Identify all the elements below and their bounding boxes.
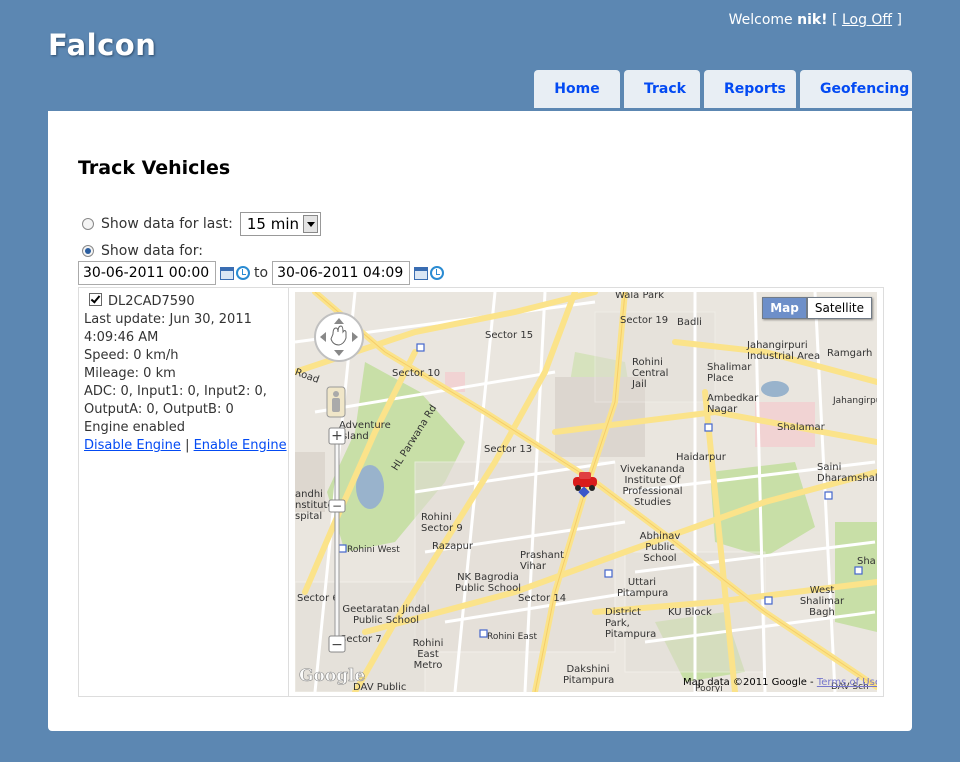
enable-engine-link[interactable]: Enable Engine	[194, 438, 287, 453]
vehicle-checkbox[interactable]	[89, 293, 102, 306]
show-last-radio[interactable]	[82, 218, 94, 230]
engine-status: Engine enabled	[84, 420, 186, 435]
disable-engine-link[interactable]: Disable Engine	[84, 438, 181, 453]
map-label: Sector 14	[518, 593, 567, 604]
show-for-label: Show data for:	[101, 243, 203, 259]
map-label: Wala Park	[615, 292, 665, 301]
tab-geofencing[interactable]: Geofencing	[800, 70, 912, 108]
map-label: Dakshini Pitampura	[563, 664, 615, 686]
map-label: Shalimar Place	[707, 362, 752, 384]
bracket-open: [	[832, 12, 838, 28]
calendar-icon[interactable]	[414, 266, 429, 280]
map-type-satellite-button[interactable]: Satellite	[806, 297, 872, 319]
map-label: Vivekananda Institute Of Professional St…	[620, 464, 685, 508]
map-label: NK Bagrodia Public School	[455, 572, 521, 594]
map-label: Razapur	[432, 541, 474, 552]
show-for-row: Show data for:	[82, 243, 203, 259]
map-label: Rohini Sector 9	[421, 512, 463, 534]
map-label: Abhinav Public School	[639, 531, 681, 564]
map-type-map-button[interactable]: Map	[762, 297, 807, 319]
map-label: Rohini Central Jail	[632, 357, 669, 390]
map-label: Prashant Vihar	[520, 550, 565, 572]
tab-reports[interactable]: Reports	[704, 70, 796, 108]
link-separator: |	[185, 438, 190, 453]
page-title: Track Vehicles	[78, 157, 231, 179]
map-label: Haidarpur	[676, 452, 726, 463]
vehicle-info: DL2CAD7590 Last update: Jun 30, 2011 4:0…	[79, 288, 289, 696]
map-label: Saini Dharamshala	[817, 462, 877, 484]
last-update-time: 4:09:46 AM	[84, 330, 159, 345]
map-label: Jahangirpuri Industrial Area	[747, 340, 821, 362]
login-display: Welcome nik! [ Log Off ]	[729, 12, 902, 28]
show-for-radio[interactable]	[82, 245, 94, 257]
show-last-row: Show data for last: 15 min	[82, 212, 322, 236]
from-date-input[interactable]	[78, 261, 216, 285]
map-label: Sector 19	[620, 315, 669, 326]
username: nik!	[797, 12, 828, 28]
zoom-slider-track	[334, 434, 340, 641]
show-last-label: Show data for last:	[101, 216, 233, 232]
map-label: Badli	[677, 317, 702, 328]
map-label: West Shalimar Bagh	[799, 585, 845, 618]
dropdown-arrow-icon[interactable]	[303, 215, 319, 233]
map-type-control: Map Satellite	[762, 297, 872, 319]
to-label: to	[254, 265, 269, 281]
map-label: Ambedkar Nagar	[707, 393, 759, 415]
mileage: Mileage: 0 km	[84, 366, 176, 381]
welcome-text: Welcome	[728, 12, 793, 28]
last-update: Last update: Jun 30, 2011	[84, 312, 252, 327]
svg-text:−: −	[331, 637, 343, 653]
bracket-close: ]	[896, 12, 902, 28]
svg-text:+: +	[331, 428, 343, 444]
map-label: District Park, Pitampura	[605, 607, 657, 640]
map-nav-control: + − −	[314, 312, 364, 653]
speed: Speed: 0 km/h	[84, 348, 179, 363]
main-content: Track Vehicles Show data for last: 15 mi…	[48, 111, 912, 731]
map-label: Shalamar	[777, 422, 825, 433]
vehicle-id: DL2CAD7590	[108, 294, 195, 309]
attribution-text: Map data ©2011 Google -	[683, 677, 814, 688]
clock-icon[interactable]	[430, 266, 445, 280]
duration-select[interactable]: 15 min	[239, 212, 322, 236]
google-logo: Google	[299, 666, 366, 687]
tracking-panel: DL2CAD7590 Last update: Jun 30, 2011 4:0…	[78, 287, 884, 697]
map-label: Rohini East Metro	[412, 638, 444, 671]
map-view[interactable]: Wala Park Sector 15 Sector 19 Badli Jaha…	[295, 292, 877, 692]
calendar-icon[interactable]	[220, 266, 234, 280]
app-logo: Falcon	[48, 28, 157, 62]
map-label: Sector 15	[485, 330, 534, 341]
tab-track[interactable]: Track	[624, 70, 700, 108]
duration-value: 15 min	[246, 215, 300, 233]
logoff-link[interactable]: Log Off	[842, 12, 892, 28]
map-label: KU Block	[668, 607, 712, 618]
map-label: Sha	[857, 556, 876, 567]
to-date-input[interactable]	[272, 261, 411, 285]
date-range: to	[78, 261, 445, 285]
outputs: OutputA: 0, OutputB: 0	[84, 402, 234, 417]
map-label: Sector 10	[392, 368, 441, 379]
map-label: Jahangirpuri	[833, 396, 877, 406]
terms-link[interactable]: Terms of Use	[817, 677, 877, 688]
map-attribution: Map data ©2011 Google - Terms of Use	[683, 677, 877, 688]
map-label: Rohini East	[487, 632, 538, 642]
clock-icon[interactable]	[236, 266, 250, 280]
inputs: ADC: 0, Input1: 0, Input2: 0,	[84, 384, 267, 399]
map-label: Sector 13	[484, 444, 533, 455]
map-label: Uttari Pitampura	[617, 577, 669, 599]
main-menu: Home Track Reports Geofencing	[534, 70, 912, 108]
tab-home[interactable]: Home	[534, 70, 620, 108]
map-label: Ramgarh	[827, 348, 873, 359]
svg-text:−: −	[332, 499, 342, 513]
